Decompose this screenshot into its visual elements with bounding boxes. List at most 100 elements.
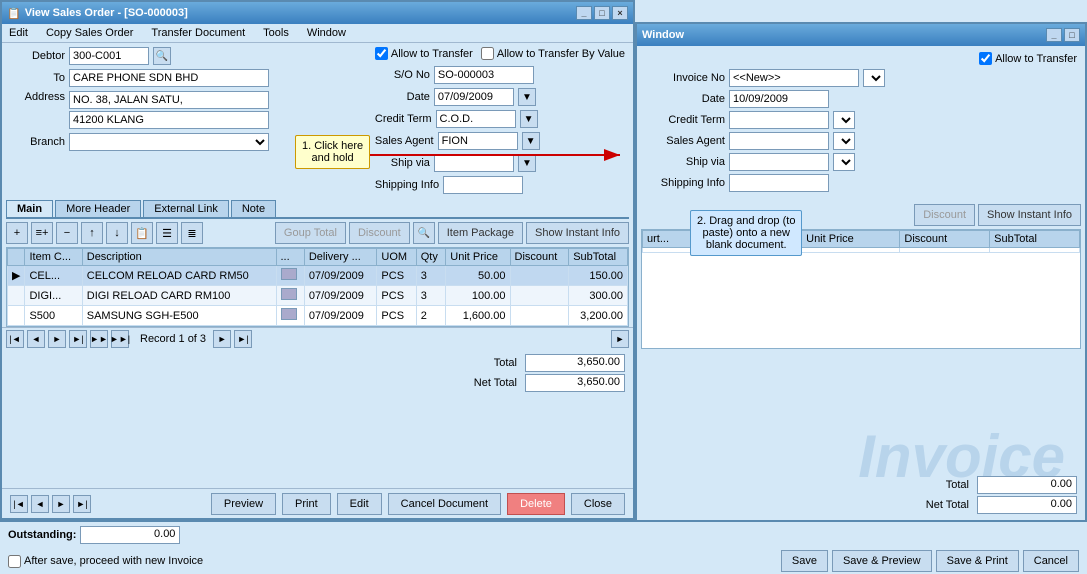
ship-via-input[interactable]: [434, 154, 514, 172]
right-ship-via-input[interactable]: [729, 153, 829, 171]
delete-row-button[interactable]: −: [56, 222, 78, 244]
save-print-button[interactable]: Save & Print: [936, 550, 1019, 572]
toolbar-search-button[interactable]: 🔍: [413, 222, 435, 244]
menu-edit[interactable]: Edit: [6, 26, 31, 40]
right-maximize-button[interactable]: □: [1064, 28, 1080, 42]
right-shipping-info-input[interactable]: [729, 174, 829, 192]
items-table-container[interactable]: Item C... Description ... Delivery ... U…: [6, 247, 629, 327]
pager-last-btn[interactable]: ►|: [234, 330, 252, 348]
maximize-button[interactable]: □: [594, 6, 610, 20]
insert-row-button[interactable]: ≡+: [31, 222, 53, 244]
right-sales-agent-select[interactable]: ▼: [833, 132, 855, 150]
cancel-document-button[interactable]: Cancel Document: [388, 493, 501, 515]
menu-copy-sales-order[interactable]: Copy Sales Order: [43, 26, 136, 40]
right-allow-transfer-label[interactable]: Allow to Transfer: [979, 52, 1077, 65]
preview-button[interactable]: Preview: [211, 493, 276, 515]
date-input[interactable]: [434, 88, 514, 106]
after-save-checkbox[interactable]: [8, 555, 21, 568]
nav-last[interactable]: ►|: [73, 495, 91, 513]
save-preview-button[interactable]: Save & Preview: [832, 550, 932, 572]
save-button[interactable]: Save: [781, 550, 828, 572]
add-row-button[interactable]: +: [6, 222, 28, 244]
allow-transfer-checkbox-label[interactable]: Allow to Transfer: [375, 47, 473, 60]
after-save-checkbox-label[interactable]: After save, proceed with new Invoice: [8, 555, 203, 568]
pager-more2[interactable]: ►►|: [111, 330, 129, 348]
credit-term-input[interactable]: [436, 110, 516, 128]
right-minimize-button[interactable]: _: [1046, 28, 1062, 42]
tab-main[interactable]: Main: [6, 200, 53, 217]
col-header-uom[interactable]: UOM: [377, 249, 416, 266]
nav-next[interactable]: ►: [52, 495, 70, 513]
pager-more1[interactable]: ►►: [90, 330, 108, 348]
tab-more-header[interactable]: More Header: [55, 200, 141, 217]
col-header-discount[interactable]: Discount: [510, 249, 569, 266]
ship-via-picker[interactable]: ▼: [518, 154, 536, 172]
allow-transfer-by-value-checkbox[interactable]: [481, 47, 494, 60]
scroll-right-button[interactable]: ►: [611, 330, 629, 348]
dots-cell[interactable]: [276, 306, 304, 326]
menu-transfer-document[interactable]: Transfer Document: [148, 26, 248, 40]
col-header-delivery[interactable]: Delivery ...: [304, 249, 377, 266]
so-no-input[interactable]: [434, 66, 534, 84]
col-header-description[interactable]: Description: [82, 249, 276, 266]
nav-first[interactable]: |◄: [10, 495, 28, 513]
copy-button[interactable]: 📋: [131, 222, 153, 244]
item-package-button[interactable]: Item Package: [438, 222, 523, 244]
branch-select[interactable]: [69, 133, 269, 151]
right-credit-term-input[interactable]: [729, 111, 829, 129]
allow-transfer-by-value-label[interactable]: Allow to Transfer By Value: [481, 47, 625, 60]
menu-tools[interactable]: Tools: [260, 26, 292, 40]
dots-cell[interactable]: [276, 286, 304, 306]
close-button[interactable]: ×: [612, 6, 628, 20]
table-row[interactable]: DIGI... DIGI RELOAD CARD RM100 07/09/200…: [8, 286, 628, 306]
col-header-qty[interactable]: Qty: [416, 249, 446, 266]
right-discount-button[interactable]: Discount: [914, 204, 975, 226]
minimize-button[interactable]: _: [576, 6, 592, 20]
col-header-subtotal[interactable]: SubTotal: [569, 249, 628, 266]
list2-button[interactable]: ≣: [181, 222, 203, 244]
list-button[interactable]: ☰: [156, 222, 178, 244]
pager-next-btn[interactable]: ►: [213, 330, 231, 348]
edit-button[interactable]: Edit: [337, 493, 382, 515]
print-button[interactable]: Print: [282, 493, 331, 515]
right-show-instant-info-button[interactable]: Show Instant Info: [978, 204, 1081, 226]
discount-button[interactable]: Discount: [349, 222, 410, 244]
right-col-urt[interactable]: urt...: [643, 231, 697, 248]
delete-button[interactable]: Delete: [507, 493, 565, 515]
address-line1[interactable]: [69, 91, 269, 109]
last-page-button[interactable]: ►|: [69, 330, 87, 348]
next-page-button[interactable]: ►: [48, 330, 66, 348]
right-sales-agent-input[interactable]: [729, 132, 829, 150]
right-col-discount[interactable]: Discount: [900, 231, 990, 248]
prev-page-button[interactable]: ◄: [27, 330, 45, 348]
to-input[interactable]: [69, 69, 269, 87]
show-instant-info-button[interactable]: Show Instant Info: [526, 222, 629, 244]
dots-cell[interactable]: [276, 266, 304, 286]
invoice-no-input[interactable]: [729, 69, 859, 87]
close-button-bottom[interactable]: Close: [571, 493, 625, 515]
credit-term-picker[interactable]: ▼: [520, 110, 538, 128]
shipping-info-input[interactable]: [443, 176, 523, 194]
right-col-subtotal[interactable]: SubTotal: [990, 231, 1080, 248]
sales-agent-picker[interactable]: ▼: [522, 132, 540, 150]
col-header-dots[interactable]: ...: [276, 249, 304, 266]
move-up-button[interactable]: ↑: [81, 222, 103, 244]
invoice-no-select[interactable]: ▼: [863, 69, 885, 87]
first-page-button[interactable]: |◄: [6, 330, 24, 348]
move-down-button[interactable]: ↓: [106, 222, 128, 244]
group-total-button[interactable]: Goup Total: [275, 222, 346, 244]
debtor-search-button[interactable]: 🔍: [153, 47, 171, 65]
col-header-item-code[interactable]: Item C...: [25, 249, 82, 266]
right-credit-term-select[interactable]: ▼: [833, 111, 855, 129]
allow-transfer-checkbox[interactable]: [375, 47, 388, 60]
col-header-unit-price[interactable]: Unit Price: [446, 249, 510, 266]
right-col-unit-price[interactable]: Unit Price: [802, 231, 900, 248]
bottom-cancel-button[interactable]: Cancel: [1023, 550, 1079, 572]
debtor-input[interactable]: [69, 47, 149, 65]
right-date-input[interactable]: [729, 90, 829, 108]
menu-window[interactable]: Window: [304, 26, 349, 40]
right-ship-via-select[interactable]: ▼: [833, 153, 855, 171]
sales-agent-input[interactable]: [438, 132, 518, 150]
date-picker-button[interactable]: ▼: [518, 88, 536, 106]
table-row[interactable]: S500 SAMSUNG SGH-E500 07/09/2009 PCS 2 1…: [8, 306, 628, 326]
